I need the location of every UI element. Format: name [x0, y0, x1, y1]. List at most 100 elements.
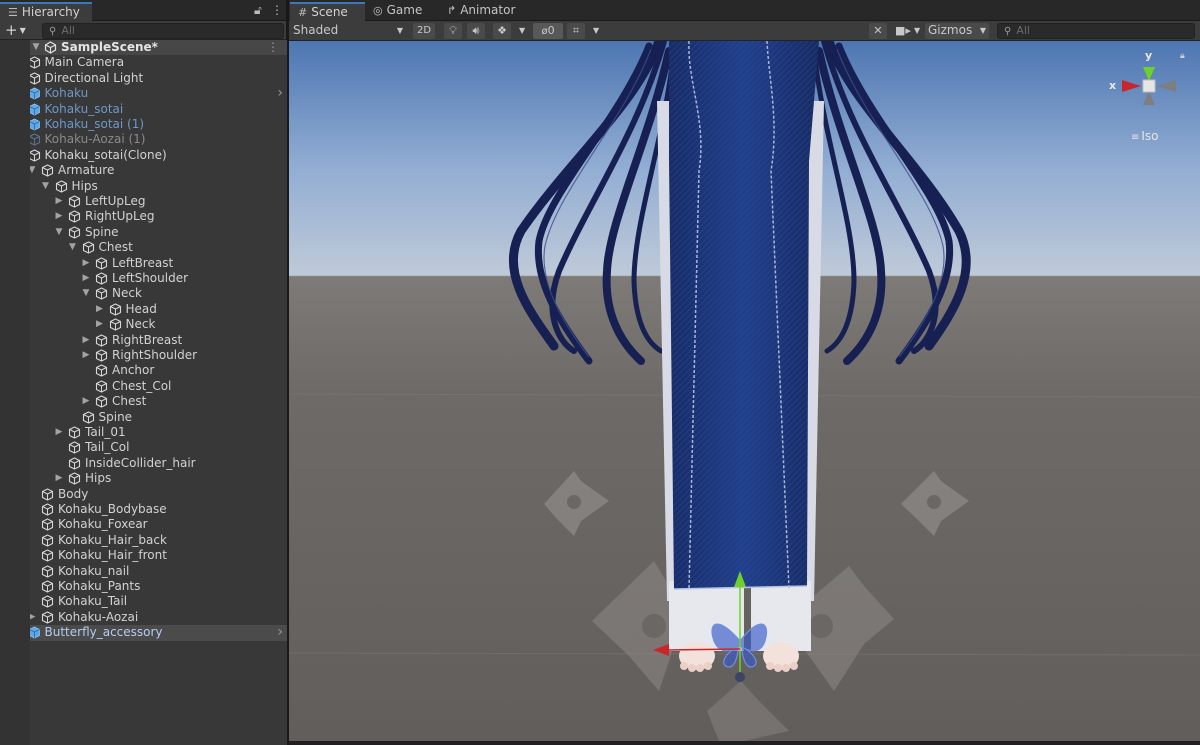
hierarchy-item[interactable]: ▶ LeftShoulder: [0, 271, 287, 286]
hierarchy-item[interactable]: ▶ Chest: [0, 394, 287, 409]
hierarchy-item[interactable]: ▶ Neck: [0, 317, 287, 332]
hierarchy-item-label: Tail_01: [85, 425, 126, 439]
orientation-gizmo[interactable]: y x 🔒︎ ≡ Iso: [1105, 47, 1195, 147]
hierarchy-item[interactable]: ▼ Chest: [0, 240, 287, 255]
hierarchy-item[interactable]: ▶ LeftUpLeg: [0, 194, 287, 209]
hierarchy-item[interactable]: Tail_Col: [0, 440, 287, 455]
tab-scene[interactable]: # Scene: [290, 2, 365, 21]
hierarchy-item[interactable]: Kohaku_Tail: [0, 594, 287, 609]
open-prefab-arrow-icon[interactable]: ›: [277, 86, 283, 100]
gameobject-cube-icon: [109, 318, 121, 331]
foldout-collapsed-icon[interactable]: ▶: [81, 394, 91, 409]
scene-viewport[interactable]: y x 🔒︎ ≡ Iso: [289, 41, 1200, 741]
scene-menu-icon[interactable]: ⋮: [267, 40, 279, 55]
effects-toggle-icon[interactable]: ❖: [493, 23, 511, 39]
lighting-toggle-icon[interactable]: 💡︎: [444, 23, 462, 39]
hierarchy-item[interactable]: ▶ RightShoulder: [0, 348, 287, 363]
panel-menu-icon[interactable]: ⋮: [271, 3, 283, 17]
hierarchy-item[interactable]: Spine: [0, 410, 287, 425]
add-plus-icon: +: [5, 21, 18, 39]
shading-mode-dropdown[interactable]: Shaded ▼: [293, 22, 405, 40]
foldout-collapsed-icon[interactable]: ▶: [81, 333, 91, 348]
chevron-down-icon[interactable]: ▼: [914, 22, 920, 40]
gameobject-cube-icon: [68, 210, 81, 224]
hierarchy-item[interactable]: ▶ Hips: [0, 471, 287, 486]
tab-hierarchy[interactable]: ☰ Hierarchy: [0, 2, 92, 21]
tools-icon[interactable]: ✕: [869, 23, 887, 39]
foldout-collapsed-icon[interactable]: ▶: [54, 425, 64, 440]
tab-scene-label: Scene: [311, 5, 348, 19]
hierarchy-item[interactable]: ▶ Head: [0, 302, 287, 317]
hierarchy-item[interactable]: ▶Kohaku_sotai (1): [0, 117, 287, 132]
gizmos-dropdown[interactable]: Gizmos ▼: [925, 23, 989, 39]
hierarchy-item[interactable]: ▶Kohaku-Aozai (1): [0, 132, 287, 147]
hierarchy-item[interactable]: ▼ Neck: [0, 286, 287, 301]
hierarchy-item[interactable]: InsideCollider_hair: [0, 456, 287, 471]
hierarchy-item[interactable]: ▶ RightUpLeg: [0, 209, 287, 224]
hierarchy-item[interactable]: Chest_Col: [0, 379, 287, 394]
hierarchy-item[interactable]: ▶ Kohaku-Aozai: [0, 610, 287, 625]
hierarchy-item[interactable]: ▶Kohaku›: [0, 86, 287, 101]
foldout-collapsed-icon[interactable]: ▶: [54, 194, 64, 209]
hierarchy-item-label: Neck: [125, 317, 156, 332]
foldout-arrow-icon[interactable]: ▼: [31, 40, 41, 55]
foldout-collapsed-icon[interactable]: ▶: [54, 209, 64, 224]
hierarchy-item[interactable]: ▶ RightBreast: [0, 333, 287, 348]
tab-hierarchy-label: Hierarchy: [21, 5, 80, 19]
foldout-collapsed-icon[interactable]: ▶: [81, 256, 91, 271]
grid-icon: #: [298, 6, 308, 19]
2d-toggle-button[interactable]: 2D: [413, 23, 435, 39]
projection-toggle[interactable]: ≡ Iso: [1131, 129, 1159, 143]
audio-toggle-icon[interactable]: 🔊︎: [467, 23, 485, 39]
hierarchy-item[interactable]: Kohaku_Hair_front: [0, 548, 287, 563]
foldout-expanded-icon[interactable]: ▼: [54, 225, 64, 240]
hierarchy-item-label: Neck: [112, 286, 142, 301]
hierarchy-item[interactable]: Kohaku_Bodybase: [0, 502, 287, 517]
hierarchy-item[interactable]: ▼ Hips: [0, 179, 287, 194]
foldout-collapsed-icon[interactable]: ▶: [81, 271, 91, 286]
chevron-down-icon[interactable]: ▼: [593, 22, 599, 40]
hierarchy-search-input[interactable]: ⚲ All: [42, 23, 284, 39]
chevron-down-icon[interactable]: ▼: [519, 22, 525, 40]
hierarchy-item[interactable]: Kohaku_nail: [0, 564, 287, 579]
hierarchy-item[interactable]: ▶Butterfly_accessory›: [0, 625, 287, 641]
hierarchy-item-label: Kohaku_Bodybase: [58, 502, 167, 516]
foldout-collapsed-icon[interactable]: ▶: [81, 348, 91, 363]
hierarchy-item[interactable]: ▶Kohaku_sotai: [0, 102, 287, 117]
lock-icon[interactable]: 🔒︎: [1180, 51, 1185, 61]
x-axis-label: x: [1109, 79, 1117, 92]
hierarchy-item[interactable]: Kohaku_Pants: [0, 579, 287, 594]
hierarchy-item-label: Kohaku_Hair_back: [58, 532, 167, 547]
hierarchy-item[interactable]: Body: [0, 487, 287, 502]
foldout-expanded-icon[interactable]: ▼: [41, 179, 51, 194]
hierarchy-item[interactable]: Anchor: [0, 363, 287, 378]
hierarchy-item[interactable]: Directional Light: [0, 71, 287, 86]
lock-icon[interactable]: 🔓︎: [254, 3, 262, 18]
hierarchy-item[interactable]: ▼Kohaku_sotai(Clone): [0, 148, 287, 163]
create-add-button[interactable]: + ▼: [5, 21, 26, 40]
hierarchy-item[interactable]: ▼ Armature: [0, 163, 287, 178]
hierarchy-item[interactable]: Kohaku_Foxear: [0, 517, 287, 532]
hierarchy-item[interactable]: Main Camera: [0, 55, 287, 70]
foldout-collapsed-icon[interactable]: ▶: [95, 302, 105, 317]
hierarchy-item-label: Head: [125, 301, 157, 316]
tab-game[interactable]: ◎ Game: [373, 2, 422, 21]
scene-row[interactable]: ▼ SampleScene* ⋮: [0, 40, 287, 56]
foldout-expanded-icon[interactable]: ▼: [81, 286, 91, 301]
hierarchy-item[interactable]: ▶ LeftBreast: [0, 256, 287, 271]
scene-search-input[interactable]: ⚲ All: [997, 23, 1195, 39]
hierarchy-item[interactable]: Kohaku_Hair_back: [0, 533, 287, 548]
camera-icon[interactable]: ■▸: [895, 22, 911, 40]
hierarchy-item[interactable]: ▶ Tail_01: [0, 425, 287, 440]
foldout-expanded-icon[interactable]: ▼: [68, 240, 78, 255]
open-prefab-arrow-icon[interactable]: ›: [277, 625, 283, 639]
foldout-collapsed-icon[interactable]: ▶: [54, 471, 64, 486]
foldout-collapsed-icon[interactable]: ▶: [95, 317, 105, 332]
hidden-objects-toggle[interactable]: ø0: [533, 23, 563, 39]
hierarchy-item-label: Tail_Col: [85, 440, 130, 455]
grid-snap-icon[interactable]: ⌗: [567, 23, 585, 39]
tab-animator[interactable]: ↱ Animator: [447, 2, 515, 21]
hierarchy-item[interactable]: ▼ Spine: [0, 225, 287, 240]
gameobject-cube-icon: [95, 380, 108, 393]
hierarchy-item-label: LeftBreast: [112, 255, 174, 270]
